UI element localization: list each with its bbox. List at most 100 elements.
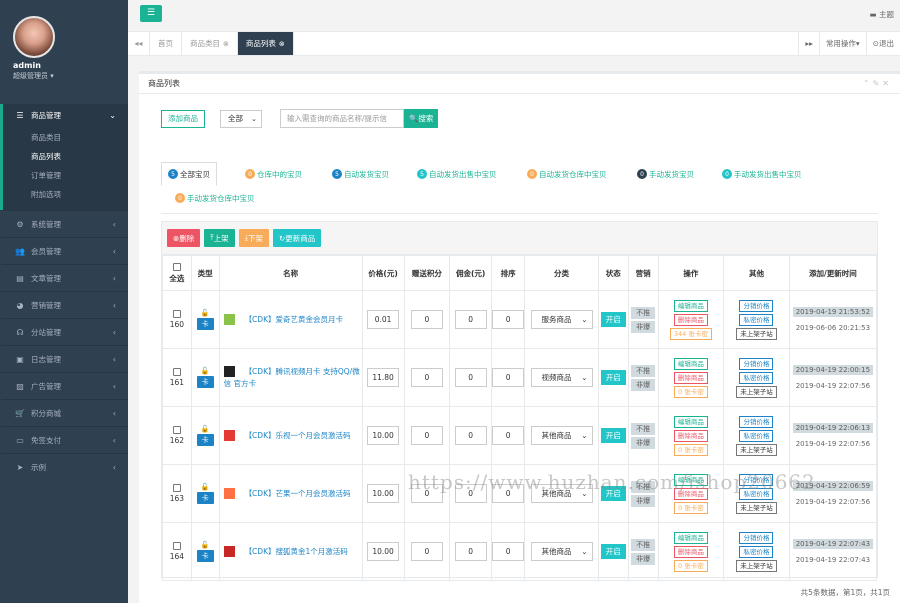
card-stock-button[interactable]: 344 张卡密 [669,327,712,340]
menu-toggle-button[interactable]: ☰ [140,5,162,22]
substation-button[interactable]: 未上架子站 [736,327,777,340]
delete-goods-button[interactable]: 删除商品 [673,429,708,442]
product-name-link[interactable]: 【CDK】搜狐黄金1个月激活码 [245,547,348,556]
private-price-button[interactable]: 私密价格 [739,313,774,326]
filter-tab[interactable]: 0 手动发货出售中宝贝 [722,162,802,186]
sort-input[interactable]: 0 [492,310,525,329]
distribution-price-button[interactable]: 分销价格 [739,531,774,544]
status-toggle[interactable]: 开启 [600,370,626,385]
sidebar-subitem[interactable]: 商品类目 [3,128,128,147]
tab-scroll-left-icon[interactable]: ◂◂ [128,32,150,55]
product-name-link[interactable]: 【CDK】腾讯视频月卡 支持QQ/微信 官方卡 [224,367,360,388]
substation-button[interactable]: 未上架子站 [736,501,777,514]
edit-goods-button[interactable]: 编辑商品 [673,531,708,544]
edit-goods-button[interactable]: 编辑商品 [673,415,708,428]
substation-button[interactable]: 未上架子站 [736,443,777,456]
commission-input[interactable]: 0 [454,542,487,561]
lock-icon[interactable]: 🔓 [192,309,219,317]
recommend-toggle[interactable]: 不推 [631,364,656,377]
commission-input[interactable]: 0 [454,310,487,329]
recommend-toggle[interactable]: 不推 [631,538,656,551]
row-checkbox[interactable] [172,426,181,434]
sidebar-item-sitemap[interactable]: ☊ 分站管理 ‹ [0,318,128,345]
points-input[interactable]: 0 [410,368,443,387]
commission-input[interactable]: 0 [454,368,487,387]
sidebar-item-image[interactable]: ▨ 广告管理 ‹ [0,372,128,399]
search-input[interactable]: 输入需查询的商品名称/提示信 [280,109,404,128]
sort-input[interactable]: 0 [492,368,525,387]
lock-icon[interactable]: 🔓 [192,483,219,491]
filter-tab[interactable]: 5 全部宝贝 [161,162,217,186]
search-button[interactable]: 🔍 搜索 [404,109,439,128]
sidebar-item-doc[interactable]: ▤ 文章管理 ‹ [0,264,128,291]
distribution-price-button[interactable]: 分销价格 [739,415,774,428]
distribution-price-button[interactable]: 分销价格 [739,299,774,312]
hot-toggle[interactable]: 非爆 [631,494,656,507]
row-checkbox[interactable] [172,310,181,318]
status-toggle[interactable]: 开启 [600,428,626,443]
distribution-price-button[interactable]: 分销价格 [739,357,774,370]
sidebar-item-send[interactable]: ➤ 示例 ‹ [0,453,128,480]
delete-goods-button[interactable]: 删除商品 [673,545,708,558]
sidebar-item-card[interactable]: ▭ 免签支付 ‹ [0,426,128,453]
private-price-button[interactable]: 私密价格 [739,371,774,384]
points-input[interactable]: 0 [410,310,443,329]
shelve-button[interactable]: ⤒ 上架 [204,229,235,247]
unshelve-button[interactable]: ⤓ 下架 [238,229,269,247]
category-select[interactable]: 服务商品 ⌄ [530,310,593,329]
price-input[interactable]: 0.01 [367,310,400,329]
filter-tab[interactable]: 0 仓库中的宝贝 [245,162,302,186]
category-select[interactable]: 其他商品 ⌄ [530,542,593,561]
filter-tab[interactable]: 0 自动发货仓库中宝贝 [527,162,607,186]
card-stock-button[interactable]: 0 张卡密 [674,559,708,572]
filter-tab[interactable]: 5 自动发货宝贝 [332,162,389,186]
points-input[interactable]: 0 [410,542,443,561]
delete-goods-button[interactable]: 删除商品 [673,371,708,384]
category-select[interactable]: 视频商品 ⌄ [530,368,593,387]
common-actions-dropdown[interactable]: 常用操作▾ [818,32,866,55]
avatar[interactable] [13,16,55,58]
private-price-button[interactable]: 私密价格 [739,545,774,558]
logout-button[interactable]: ⊙退出 [865,32,900,55]
sidebar-subitem[interactable]: 商品列表 [3,147,128,166]
private-price-button[interactable]: 私密价格 [739,429,774,442]
filter-tab[interactable]: 0 手动发货宝贝 [637,162,694,186]
product-name-link[interactable]: 【CDK】爱奇艺黄金会员月卡 [245,315,343,324]
commission-input[interactable]: 0 [454,426,487,445]
points-input[interactable]: 0 [410,426,443,445]
status-select[interactable]: 全部 ⌄ [220,109,262,128]
lock-icon[interactable]: 🔓 [192,367,219,375]
hot-toggle[interactable]: 非爆 [631,436,656,449]
card-stock-button[interactable]: 0 张卡密 [674,443,708,456]
card-stock-button[interactable]: 0 张卡密 [674,385,708,398]
card-stock-button[interactable]: 0 张卡密 [674,501,708,514]
row-checkbox[interactable] [172,542,181,550]
delete-goods-button[interactable]: 删除商品 [673,313,708,326]
tab-home[interactable]: 首页 [150,32,182,55]
tab-categories[interactable]: 商品类目 ⊗ [182,32,238,55]
sidebar-subitem[interactable]: 订单管理 [3,166,128,185]
sort-input[interactable]: 0 [492,426,525,445]
recommend-toggle[interactable]: 不推 [631,306,656,319]
hot-toggle[interactable]: 非爆 [631,378,656,391]
delete-button[interactable]: ⊗ 删除 [167,229,201,247]
price-input[interactable]: 11.80 [367,368,400,387]
tab-scroll-right-icon[interactable]: ▸▸ [798,32,819,55]
hot-toggle[interactable]: 非爆 [631,320,656,333]
recommend-toggle[interactable]: 不推 [631,422,656,435]
status-toggle[interactable]: 开启 [600,544,626,559]
close-icon[interactable]: ⊗ [223,40,229,48]
theme-button[interactable]: ▬ 主题 [870,9,894,20]
edit-goods-button[interactable]: 编辑商品 [673,299,708,312]
row-checkbox[interactable] [172,368,181,376]
price-input[interactable]: 10.00 [367,484,400,503]
add-goods-button[interactable]: 添加商品 [161,109,205,128]
user-role-dropdown[interactable]: 超级管理员 ▾ [13,71,54,81]
lock-icon[interactable]: 🔓 [192,425,219,433]
panel-tools-icon[interactable]: ⌃✎✕ [863,79,892,88]
sidebar-item-pie[interactable]: ◕ 营销管理 ‹ [0,291,128,318]
sidebar-item-users[interactable]: 👥 会员管理 ‹ [0,237,128,264]
price-input[interactable]: 10.00 [367,542,400,561]
product-name-link[interactable]: 【CDK】乐视一个月会员激活码 [245,431,351,440]
hot-toggle[interactable]: 非爆 [631,552,656,565]
